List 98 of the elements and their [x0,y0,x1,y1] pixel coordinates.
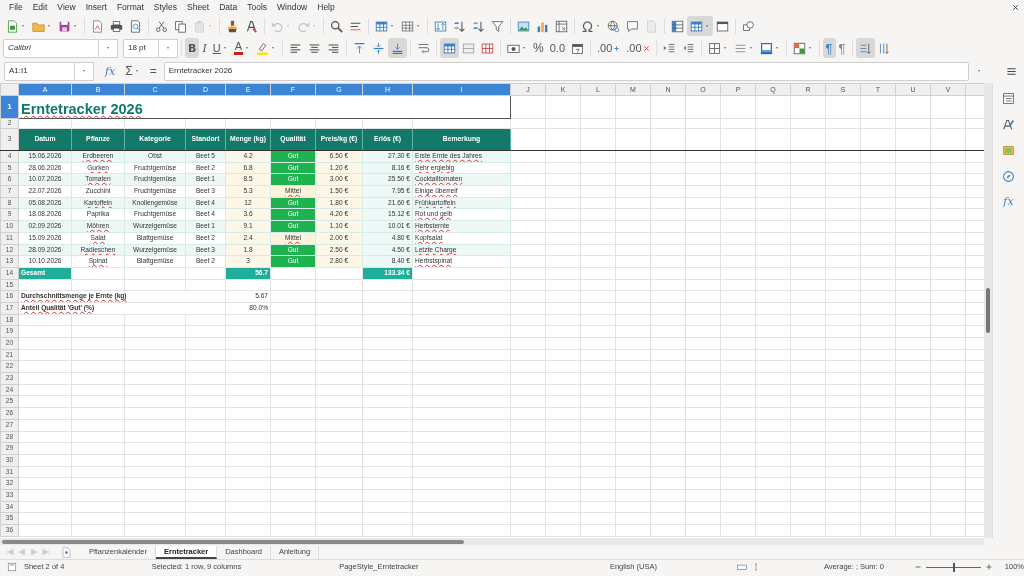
zoom-in-icon[interactable] [984,563,993,571]
scissors-icon [155,19,168,33]
menu-item[interactable]: Sheet [182,1,215,14]
shapes-icon [742,19,755,33]
unmerge-cells-icon [481,41,495,55]
globe-icon [607,19,620,33]
plus-icon [613,44,621,52]
document-status-icon [6,562,17,572]
save-icon [58,19,71,33]
text-direction-icon [858,41,872,55]
increase-indent-icon [662,41,676,55]
font-size-field[interactable]: 18 pt [123,38,159,58]
find-replace-icon [330,19,343,33]
formula-input-field[interactable]: Erntetracker 2026 [163,61,969,81]
merge-cells-icon [462,41,476,55]
close-icon[interactable] [1011,3,1020,12]
copy-icon [174,19,187,33]
menu-item[interactable]: Format [111,1,149,14]
pdf-export-icon [91,19,104,33]
scrollbar-thumb[interactable] [986,288,990,333]
border-color-icon [759,41,773,55]
menu-icon [1006,65,1017,77]
printer-icon [110,19,123,33]
window-icon [716,19,729,33]
omega-icon [581,19,594,33]
row-grid-icon [375,19,388,33]
add-sheet-button[interactable] [60,546,73,558]
align-bottom-icon [391,41,405,55]
text-direction-button[interactable] [855,38,875,58]
font-name-field[interactable]: Calibri [3,38,99,58]
name-box-field[interactable]: A1:I1 [4,61,75,81]
menu-item[interactable]: File [4,1,28,14]
scrollbar[interactable] [984,83,992,538]
menu-item[interactable]: Data [214,1,243,14]
column-grid-icon [401,19,414,33]
formula-button[interactable]: = [146,61,160,81]
menu-item[interactable]: Help [312,1,340,14]
menu-item[interactable]: Styles [148,1,182,14]
menu-item[interactable]: Edit [27,1,53,14]
wrap-text-icon [417,41,431,55]
functions-button[interactable]: fx [999,193,1018,211]
menu-item[interactable]: View [52,1,81,14]
selection-mode-icon[interactable] [736,562,749,572]
decrease-indent-icon [681,41,695,55]
clear-formatting-icon [245,19,258,33]
vertical-text-icon [877,41,891,55]
align-top-icon [353,41,367,55]
delete-decimal-button[interactable]: .00 [623,38,653,58]
calendar-icon [571,41,584,55]
sum-button[interactable]: Σ [122,61,143,81]
sort-ascending-icon [453,19,466,33]
funnel-icon [491,19,504,33]
compass-icon [1002,169,1015,183]
menu-item[interactable]: Window [272,1,313,14]
cross-icon [642,44,650,52]
merge-center-icon [443,41,457,55]
align-middle-icon [372,41,386,55]
styles-icon [1002,117,1015,131]
number-format-button[interactable]: 0.0 [546,38,568,58]
menu-item[interactable]: Tools [242,1,272,14]
scrollbar-thumb[interactable] [2,540,464,544]
menu-item[interactable]: Insert [80,1,112,14]
underline-button[interactable]: U [209,38,231,58]
gallery-icon [1002,143,1015,157]
pivot-table-icon [555,19,568,33]
highlighter-icon [256,41,270,55]
zoom-out-icon[interactable] [913,563,922,571]
paintbrush-icon [226,19,239,33]
sort-icon [434,19,447,33]
conditional-format-icon [792,41,806,55]
sheet-title[interactable]: Erntetracker 2026 [18,95,511,119]
speech-bubble-icon [626,19,639,33]
borders-icon [707,41,721,55]
add-decimal-button[interactable]: .00 [594,38,624,58]
freeze-grid-icon [671,19,684,33]
align-bottom-button[interactable] [388,38,408,58]
italic-button[interactable]: I [199,38,210,58]
merge-center-button[interactable] [440,38,460,58]
freeze-rows-button[interactable] [687,16,713,36]
percent-button[interactable]: % [530,38,547,58]
freeze-rows-icon [690,19,703,33]
align-left-icon [289,41,303,55]
slider-thumb[interactable] [953,562,956,572]
bold-button[interactable]: B [185,38,200,58]
clipboard-icon [193,19,206,33]
page-icon [645,19,658,33]
bar-chart-icon [536,19,549,33]
row-header[interactable]: 1 [0,95,19,119]
scrollbar[interactable] [0,538,984,545]
image-icon [517,19,530,33]
font-color-button[interactable]: A [230,38,254,58]
new-document-icon [6,19,19,33]
sort-descending-icon [472,19,485,33]
align-center-icon [308,41,322,55]
properties-icon [1002,91,1015,105]
align-right-icon [327,41,341,55]
function-wizard-button[interactable]: fx [102,61,119,81]
print-preview-icon [129,19,142,33]
